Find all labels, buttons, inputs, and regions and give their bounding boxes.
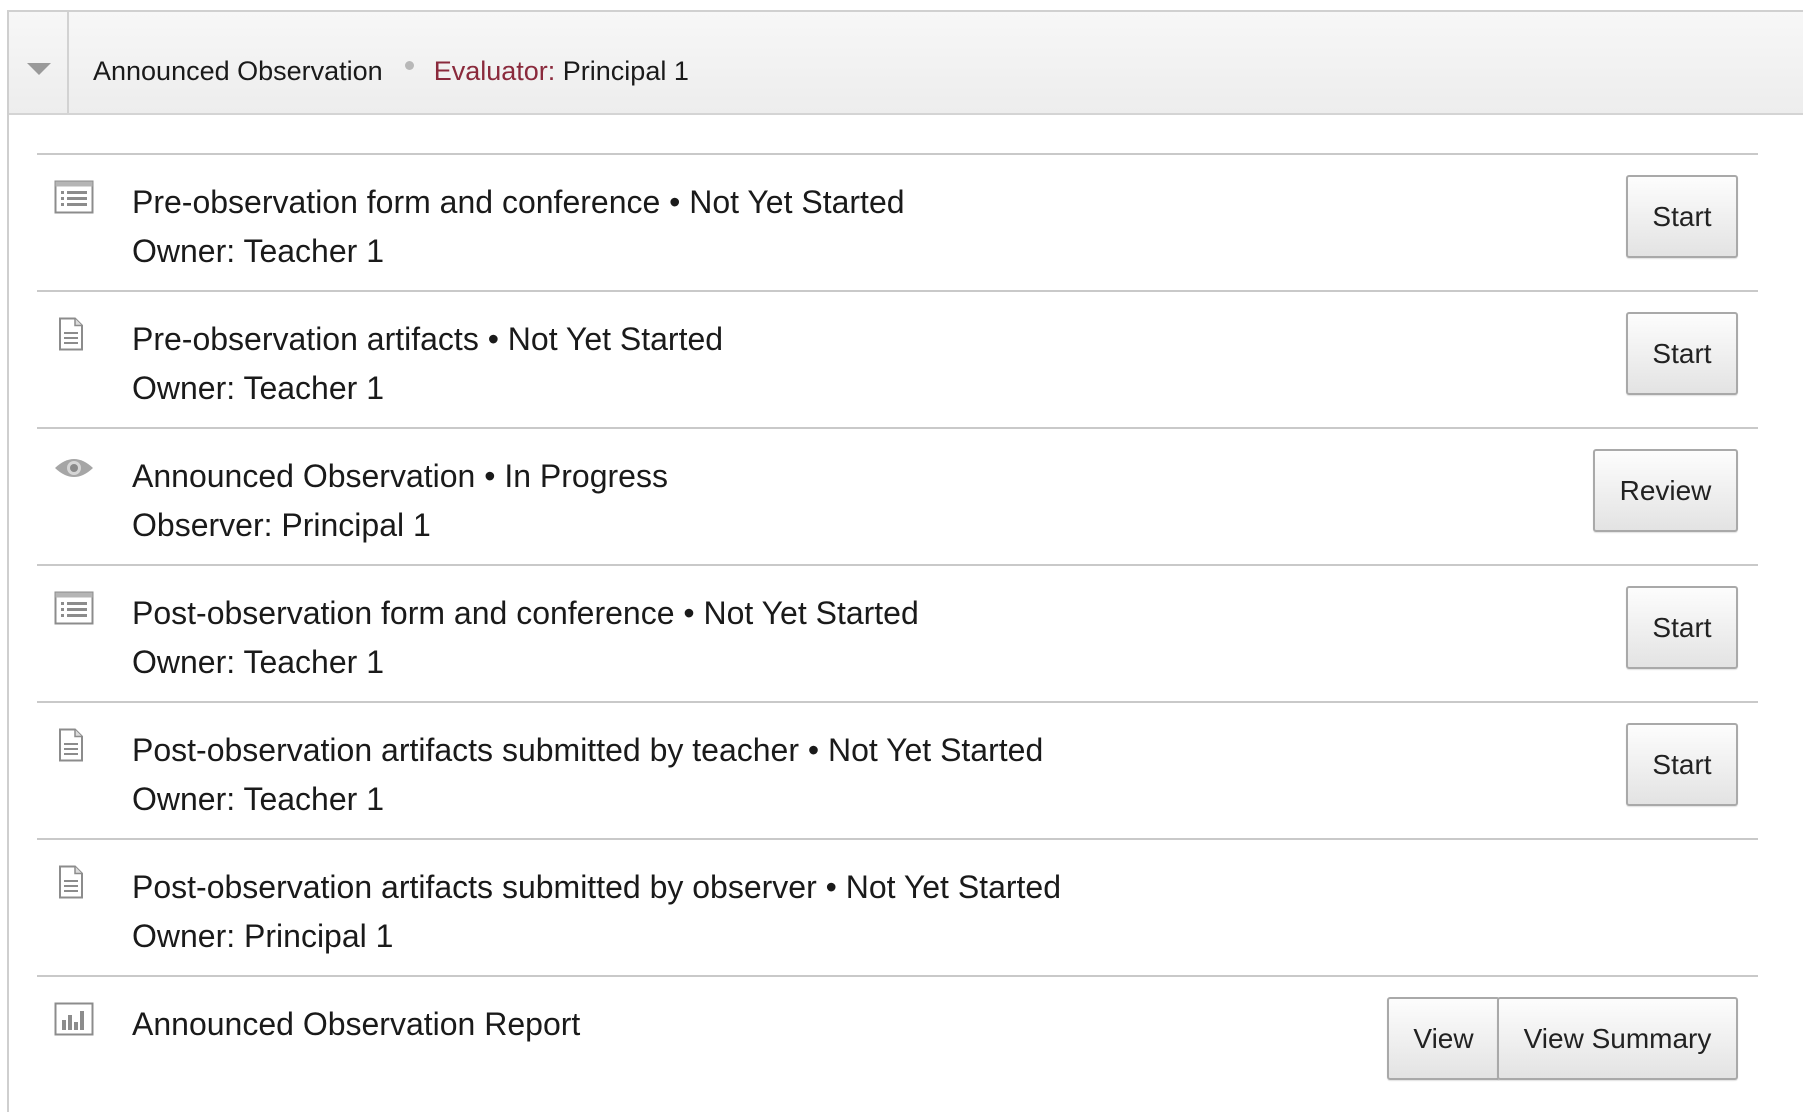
header-text: Announced Observation Evaluator: Principa… xyxy=(93,56,689,86)
item-observer: Observer: Principal 1 xyxy=(132,507,431,543)
item-title: Post-observation form and conference • N… xyxy=(132,595,919,631)
list-form-icon xyxy=(54,180,94,214)
item-title: Announced Observation Report xyxy=(132,1006,581,1042)
list-item: Pre-observation form and conference • No… xyxy=(37,153,1758,290)
collapse-toggle[interactable] xyxy=(9,12,69,113)
start-button[interactable]: Start xyxy=(1626,312,1738,395)
list-form-icon xyxy=(54,591,94,625)
item-owner: Owner: Principal 1 xyxy=(132,918,394,954)
review-button[interactable]: Review xyxy=(1593,449,1738,532)
evaluator-name: Principal 1 xyxy=(562,56,689,86)
item-title: Announced Observation • In Progress xyxy=(132,458,668,494)
item-owner: Owner: Teacher 1 xyxy=(132,781,384,817)
item-owner: Owner: Teacher 1 xyxy=(132,370,384,406)
start-button[interactable]: Start xyxy=(1626,586,1738,669)
item-status: Not Yet Started xyxy=(703,595,919,631)
item-title: Pre-observation artifacts • Not Yet Star… xyxy=(132,321,724,357)
step-list: Pre-observation form and conference • No… xyxy=(37,153,1758,1112)
bar-chart-icon xyxy=(54,1002,94,1036)
item-title: Post-observation artifacts submitted by … xyxy=(132,869,1061,905)
eye-icon xyxy=(55,459,93,477)
list-item: Post-observation artifacts submitted by … xyxy=(37,701,1758,838)
list-item: Post-observation artifacts submitted by … xyxy=(37,838,1758,975)
triangle-down-icon xyxy=(27,63,51,75)
item-status: Not Yet Started xyxy=(689,184,905,220)
document-icon xyxy=(59,728,83,762)
item-title: Post-observation artifacts submitted by … xyxy=(132,732,1044,768)
header-title: Announced Observation xyxy=(93,56,383,86)
list-item: Post-observation form and conference • N… xyxy=(37,564,1758,701)
item-status: Not Yet Started xyxy=(507,321,724,357)
item-status: In Progress xyxy=(504,458,668,494)
item-status: Not Yet Started xyxy=(827,732,1044,768)
list-item: Announced Observation Report View View S… xyxy=(37,975,1758,1112)
item-owner: Owner: Teacher 1 xyxy=(132,233,384,269)
document-icon xyxy=(59,865,83,899)
evaluator-label: Evaluator: xyxy=(433,56,556,86)
panel-header: Announced Observation Evaluator: Principa… xyxy=(9,12,1803,115)
item-owner: Owner: Teacher 1 xyxy=(132,644,384,680)
list-item: Pre-observation artifacts • Not Yet Star… xyxy=(37,290,1758,427)
dot-separator-icon xyxy=(404,61,414,70)
view-button[interactable]: View xyxy=(1387,997,1500,1080)
document-icon xyxy=(59,317,83,351)
start-button[interactable]: Start xyxy=(1626,723,1738,806)
list-item: Announced Observation • In Progress Obse… xyxy=(37,427,1758,564)
start-button[interactable]: Start xyxy=(1626,175,1738,258)
item-status: Not Yet Started xyxy=(845,869,1061,905)
item-title: Pre-observation form and conference • No… xyxy=(132,184,905,220)
view-summary-button[interactable]: View Summary xyxy=(1497,997,1738,1080)
